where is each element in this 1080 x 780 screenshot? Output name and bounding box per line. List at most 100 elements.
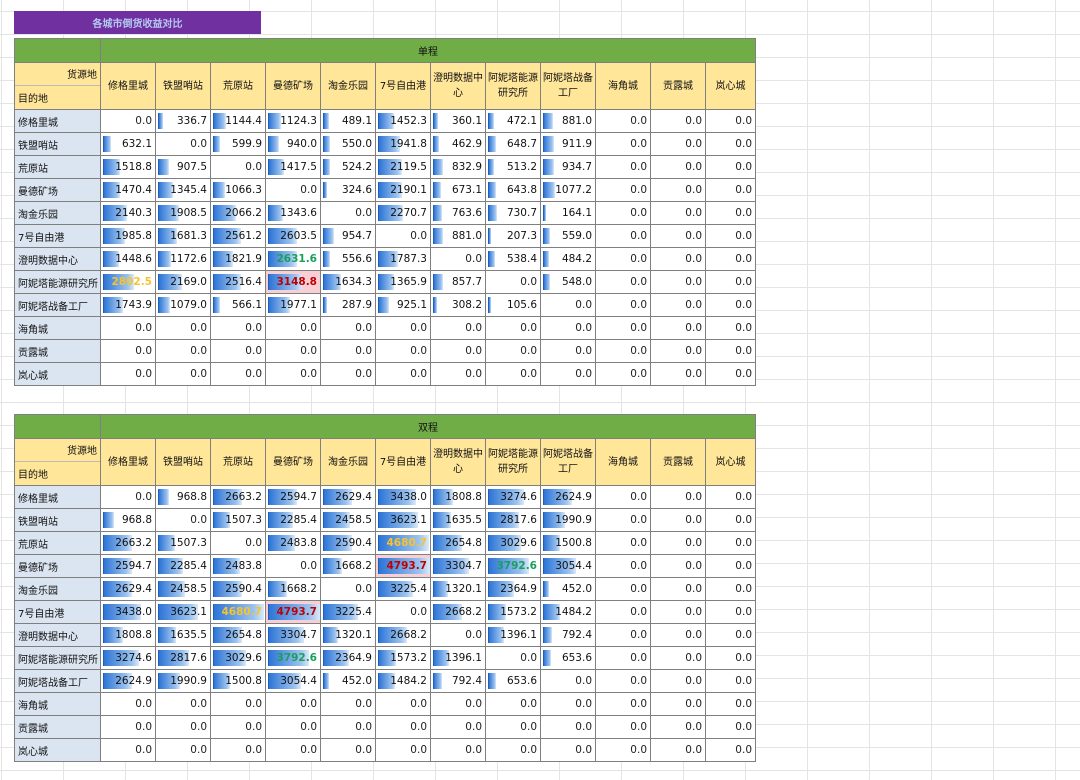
row-label[interactable]: 岚心城	[14, 362, 101, 386]
value-cell[interactable]: 0.0	[210, 715, 266, 739]
value-cell[interactable]: 2663.2	[100, 531, 156, 555]
value-cell[interactable]: 0.0	[595, 669, 651, 693]
value-cell[interactable]: 0.0	[265, 178, 321, 202]
value-cell[interactable]: 0.0	[705, 623, 756, 647]
value-cell[interactable]: 2590.4	[210, 577, 266, 601]
value-cell[interactable]: 925.1	[375, 293, 431, 317]
value-cell[interactable]: 3438.0	[100, 600, 156, 624]
value-cell[interactable]: 1172.6	[155, 247, 211, 271]
value-cell[interactable]: 0.0	[375, 692, 431, 716]
value-cell[interactable]: 0.0	[155, 692, 211, 716]
value-cell[interactable]: 0.0	[320, 738, 376, 762]
value-cell[interactable]: 648.7	[485, 132, 541, 156]
value-cell[interactable]: 0.0	[705, 531, 756, 555]
column-header[interactable]: 贡露城	[650, 438, 706, 486]
value-cell[interactable]: 3304.7	[430, 554, 486, 578]
value-cell[interactable]: 2629.4	[320, 485, 376, 509]
sheet-title[interactable]: 各城市倒货收益对比	[14, 11, 261, 34]
value-cell[interactable]: 2285.4	[155, 554, 211, 578]
value-cell[interactable]: 730.7	[485, 201, 541, 225]
column-header[interactable]: 岚心城	[705, 62, 756, 110]
value-cell[interactable]: 1396.1	[485, 623, 541, 647]
row-label[interactable]: 澄明数据中心	[14, 247, 101, 271]
column-header[interactable]: 修格里城	[100, 438, 156, 486]
value-cell[interactable]: 0.0	[430, 362, 486, 386]
value-cell[interactable]: 4680.7	[375, 531, 431, 555]
value-cell[interactable]: 0.0	[155, 132, 211, 156]
row-label[interactable]: 修格里城	[14, 109, 101, 133]
value-cell[interactable]: 3792.6	[485, 554, 541, 578]
value-cell[interactable]: 524.2	[320, 155, 376, 179]
value-cell[interactable]: 0.0	[155, 339, 211, 363]
value-cell[interactable]: 0.0	[595, 531, 651, 555]
value-cell[interactable]: 2169.0	[155, 270, 211, 294]
column-header[interactable]: 铁盟哨站	[155, 438, 211, 486]
value-cell[interactable]: 0.0	[100, 738, 156, 762]
value-cell[interactable]: 0.0	[210, 155, 266, 179]
value-cell[interactable]: 1635.5	[155, 623, 211, 647]
value-cell[interactable]: 1507.3	[210, 508, 266, 532]
value-cell[interactable]: 0.0	[485, 339, 541, 363]
value-cell[interactable]: 0.0	[265, 692, 321, 716]
value-cell[interactable]: 0.0	[595, 600, 651, 624]
value-cell[interactable]: 1787.3	[375, 247, 431, 271]
value-cell[interactable]: 1079.0	[155, 293, 211, 317]
header-corner[interactable]: 货源地 目的地	[14, 438, 101, 486]
value-cell[interactable]: 0.0	[705, 646, 756, 670]
value-cell[interactable]: 472.1	[485, 109, 541, 133]
value-cell[interactable]: 0.0	[430, 339, 486, 363]
column-header[interactable]: 阿妮塔战备工厂	[540, 62, 596, 110]
value-cell[interactable]: 0.0	[320, 692, 376, 716]
value-cell[interactable]: 2668.2	[375, 623, 431, 647]
row-label[interactable]: 贡露城	[14, 715, 101, 739]
value-cell[interactable]: 0.0	[485, 692, 541, 716]
row-label[interactable]: 岚心城	[14, 738, 101, 762]
value-cell[interactable]: 1941.8	[375, 132, 431, 156]
value-cell[interactable]: 2190.1	[375, 178, 431, 202]
column-header[interactable]: 曼德矿场	[265, 62, 321, 110]
value-cell[interactable]: 2483.8	[210, 554, 266, 578]
row-label[interactable]: 淘金乐园	[14, 577, 101, 601]
group-header-spacer[interactable]	[14, 414, 101, 439]
value-cell[interactable]: 0.0	[705, 738, 756, 762]
value-cell[interactable]: 0.0	[650, 224, 706, 248]
value-cell[interactable]: 2654.8	[430, 531, 486, 555]
value-cell[interactable]: 3029.6	[485, 531, 541, 555]
value-cell[interactable]: 2458.5	[155, 577, 211, 601]
value-cell[interactable]: 2594.7	[100, 554, 156, 578]
value-cell[interactable]: 0.0	[705, 339, 756, 363]
column-header[interactable]: 淘金乐园	[320, 438, 376, 486]
value-cell[interactable]: 0.0	[650, 554, 706, 578]
value-cell[interactable]: 881.0	[430, 224, 486, 248]
value-cell[interactable]: 0.0	[705, 155, 756, 179]
column-header[interactable]: 7号自由港	[375, 438, 431, 486]
value-cell[interactable]: 0.0	[320, 316, 376, 340]
value-cell[interactable]: 0.0	[595, 270, 651, 294]
value-cell[interactable]: 1417.5	[265, 155, 321, 179]
value-cell[interactable]: 1990.9	[540, 508, 596, 532]
value-cell[interactable]: 0.0	[650, 738, 706, 762]
value-cell[interactable]: 0.0	[705, 293, 756, 317]
value-cell[interactable]: 559.0	[540, 224, 596, 248]
row-label[interactable]: 阿妮塔战备工厂	[14, 669, 101, 693]
value-cell[interactable]: 1681.3	[155, 224, 211, 248]
value-cell[interactable]: 0.0	[650, 247, 706, 271]
value-cell[interactable]: 0.0	[595, 293, 651, 317]
value-cell[interactable]: 0.0	[595, 339, 651, 363]
value-cell[interactable]: 0.0	[595, 646, 651, 670]
row-label[interactable]: 曼德矿场	[14, 178, 101, 202]
value-cell[interactable]: 0.0	[265, 339, 321, 363]
value-cell[interactable]: 1977.1	[265, 293, 321, 317]
value-cell[interactable]: 0.0	[375, 738, 431, 762]
value-cell[interactable]: 1365.9	[375, 270, 431, 294]
value-cell[interactable]: 954.7	[320, 224, 376, 248]
value-cell[interactable]: 1985.8	[100, 224, 156, 248]
column-header[interactable]: 阿妮塔能源研究所	[485, 62, 541, 110]
value-cell[interactable]: 0.0	[595, 715, 651, 739]
value-cell[interactable]: 2458.5	[320, 508, 376, 532]
value-cell[interactable]: 673.1	[430, 178, 486, 202]
value-cell[interactable]: 2590.4	[320, 531, 376, 555]
value-cell[interactable]: 0.0	[155, 362, 211, 386]
value-cell[interactable]: 0.0	[210, 738, 266, 762]
value-cell[interactable]: 0.0	[265, 362, 321, 386]
